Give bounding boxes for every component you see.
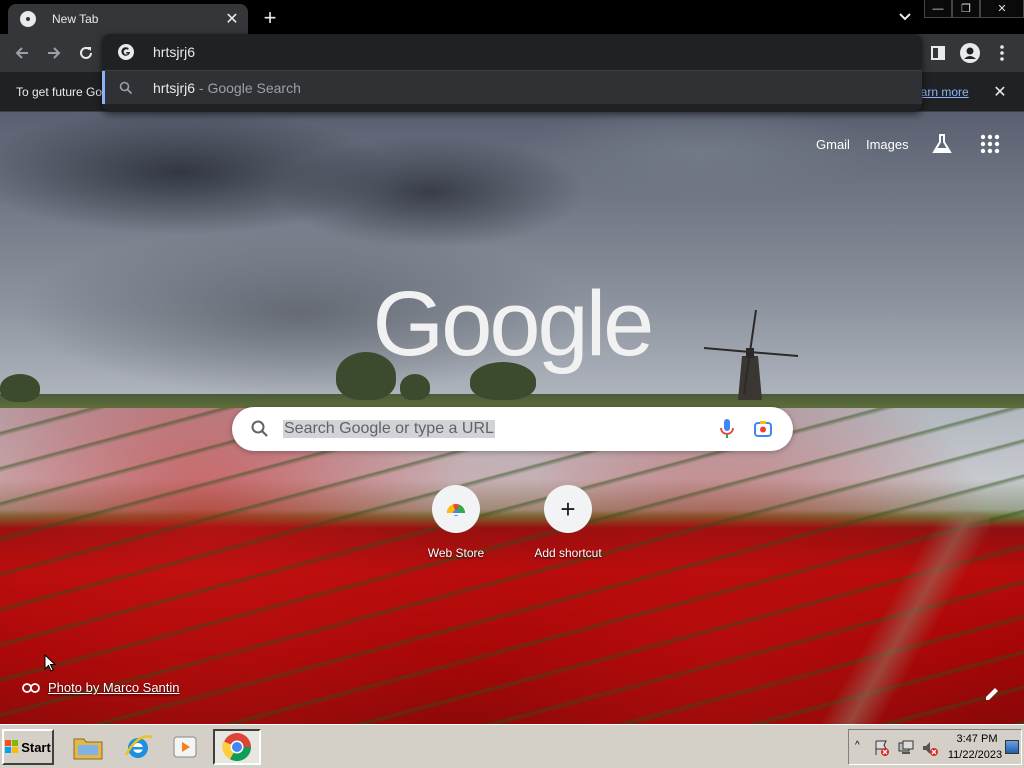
start-button[interactable]: Start — [2, 729, 54, 765]
voice-search-mic-icon[interactable] — [717, 418, 737, 440]
new-tab-page: Gmail Images Google Search Google or typ… — [0, 112, 1024, 724]
ntp-top-links: Gmail Images — [816, 137, 909, 152]
search-icon — [251, 420, 268, 437]
taskbar-internet-explorer[interactable] — [116, 729, 160, 765]
gmail-link[interactable]: Gmail — [816, 137, 850, 152]
clock-time[interactable]: 3:47 PM — [952, 733, 1002, 745]
forward-arrow-icon[interactable] — [42, 41, 66, 65]
search-icon — [119, 81, 133, 95]
windows-taskbar: Start ^ 3:47 PM 11/22/2023 — [0, 724, 1024, 768]
tray-expand-icon[interactable]: ^ — [855, 740, 860, 751]
start-label: Start — [21, 739, 51, 755]
link-icon — [22, 682, 40, 693]
suggestion-source: - Google Search — [195, 80, 301, 96]
clock-date[interactable]: 11/22/2023 — [945, 749, 1005, 761]
attribution-text: Photo by Marco Santin — [48, 680, 180, 695]
address-bar-input[interactable]: hrtsjrj6 — [153, 44, 195, 60]
shortcut-label: Add shortcut — [534, 546, 602, 560]
google-logo: Google — [372, 273, 655, 375]
tab-search-chevron-icon[interactable] — [893, 6, 917, 28]
network-icon[interactable] — [897, 739, 915, 757]
google-apps-grid-icon[interactable] — [978, 132, 1002, 156]
mouse-cursor-icon — [44, 654, 56, 672]
system-tray: ^ 3:47 PM 11/22/2023 — [848, 729, 1022, 765]
shortcut-add[interactable]: + Add shortcut — [512, 482, 624, 566]
menu-kebab-icon[interactable] — [990, 41, 1014, 65]
info-bar-text: To get future Go — [16, 85, 103, 99]
google-lens-camera-icon[interactable] — [753, 419, 773, 439]
back-arrow-icon[interactable] — [10, 41, 34, 65]
new-tab-button[interactable]: + — [258, 6, 282, 30]
shortcut-web-store[interactable]: Web Store — [400, 482, 512, 566]
media-player-icon — [173, 736, 197, 758]
plus-icon: + — [560, 494, 576, 524]
learn-more-link[interactable]: earn more — [914, 85, 969, 99]
restore-button[interactable]: ❐ — [952, 0, 980, 18]
info-bar-close-icon[interactable]: ✕ — [990, 82, 1010, 102]
suggestion-text: hrtsjrj6 - Google Search — [153, 80, 301, 96]
chrome-favicon-icon — [20, 11, 36, 27]
profile-avatar-icon[interactable] — [958, 41, 982, 65]
internet-explorer-icon — [124, 735, 153, 758]
background-tree — [400, 374, 430, 400]
minimize-button[interactable]: — — [924, 0, 952, 18]
customize-pencil-icon[interactable] — [982, 684, 1002, 704]
windows-logo-icon — [5, 740, 19, 753]
action-center-flag-icon[interactable] — [873, 739, 891, 757]
folder-icon — [73, 738, 103, 760]
labs-flask-icon[interactable] — [930, 132, 954, 156]
tab-title: New Tab — [52, 12, 99, 26]
volume-muted-icon[interactable] — [921, 739, 939, 757]
web-store-icon — [447, 504, 465, 516]
tab-close-icon[interactable]: ✕ — [222, 9, 242, 29]
show-desktop-button[interactable] — [1005, 740, 1019, 754]
taskbar-file-explorer[interactable] — [66, 729, 110, 765]
photo-attribution[interactable]: Photo by Marco Santin — [22, 680, 180, 695]
images-link[interactable]: Images — [866, 137, 909, 152]
reload-icon[interactable] — [74, 41, 98, 65]
tab-new-tab[interactable]: New Tab ✕ — [8, 4, 248, 34]
add-shortcut-tile: + — [544, 485, 592, 533]
omnibox-suggestion[interactable]: hrtsjrj6 - Google Search — [102, 71, 922, 104]
window-close-button[interactable]: ✕ — [980, 0, 1024, 18]
background-path — [820, 512, 990, 724]
shortcut-label: Web Store — [427, 546, 485, 560]
taskbar-chrome[interactable] — [213, 729, 261, 765]
background-tree — [0, 374, 40, 402]
tab-strip: New Tab ✕ + — ❐ ✕ — [0, 0, 1024, 34]
address-bar[interactable]: hrtsjrj6 — [102, 34, 922, 70]
chrome-icon — [222, 733, 251, 761]
google-g-icon — [118, 44, 134, 60]
window-controls: — ❐ ✕ — [924, 0, 1024, 18]
suggestion-query: hrtsjrj6 — [153, 80, 196, 96]
ntp-search-box[interactable]: Search Google or type a URL — [232, 407, 793, 451]
taskbar-media-player[interactable] — [164, 729, 208, 765]
search-input[interactable]: Search Google or type a URL — [283, 420, 495, 438]
side-panel-icon[interactable] — [926, 41, 950, 65]
web-store-tile — [432, 485, 480, 533]
omnibox-dropdown: hrtsjrj6 hrtsjrj6 - Google Search — [102, 34, 922, 112]
